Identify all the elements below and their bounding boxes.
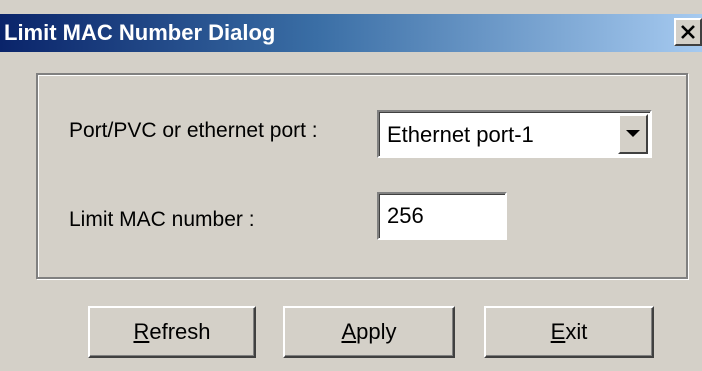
chevron-down-icon xyxy=(626,130,640,137)
close-button[interactable] xyxy=(674,18,702,46)
limit-mac-label: Limit MAC number : xyxy=(69,208,255,231)
port-label: Port/PVC or ethernet port : xyxy=(69,119,318,142)
dropdown-arrow-button[interactable] xyxy=(618,114,648,154)
title-bar[interactable]: Limit MAC Number Dialog xyxy=(0,14,702,52)
limit-mac-input[interactable] xyxy=(377,192,507,240)
apply-mnemonic: A xyxy=(341,319,357,344)
close-icon xyxy=(681,25,695,39)
settings-group xyxy=(36,73,688,279)
dialog-title: Limit MAC Number Dialog xyxy=(4,20,276,45)
exit-button[interactable]: Exit xyxy=(484,306,654,358)
refresh-label: efresh xyxy=(149,319,211,344)
exit-label: xit xyxy=(565,319,588,344)
refresh-button[interactable]: Refresh xyxy=(88,306,256,358)
limit-mac-number-dialog: Limit MAC Number Dialog Port/PVC or ethe… xyxy=(0,0,702,371)
refresh-mnemonic: R xyxy=(133,319,150,344)
exit-mnemonic: E xyxy=(550,319,566,344)
port-dropdown-value: Ethernet port-1 xyxy=(387,122,534,147)
port-dropdown[interactable]: Ethernet port-1 xyxy=(377,110,652,158)
apply-label: pply xyxy=(356,319,397,344)
apply-button[interactable]: Apply xyxy=(283,306,455,358)
